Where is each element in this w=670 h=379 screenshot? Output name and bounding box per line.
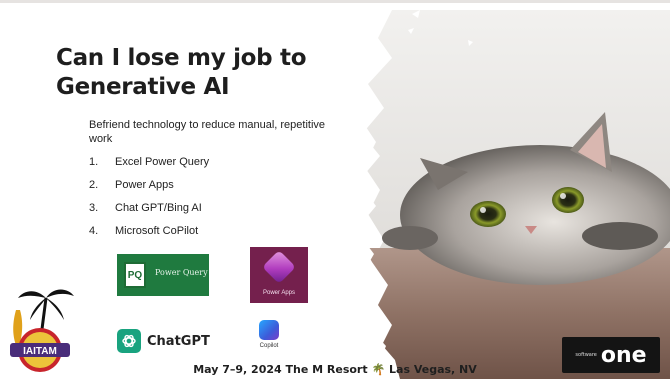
- slide-subtitle: Befriend technology to reduce manual, re…: [89, 119, 326, 145]
- list-item-label: Power Apps: [115, 179, 174, 191]
- chatgpt-icon: [117, 329, 141, 353]
- power-apps-label: Power Apps: [262, 290, 296, 296]
- power-apps-logo: Power Apps: [250, 247, 308, 303]
- list-item: 1. Excel Power Query: [89, 156, 209, 179]
- list-item: 4. Microsoft CoPilot: [89, 225, 209, 248]
- software-ag-logo: software one: [562, 337, 660, 373]
- iaitam-label: IAITAM: [23, 346, 57, 357]
- palm-tree-icon: 🌴: [371, 363, 386, 376]
- chatgpt-logo: ChatGPT: [117, 329, 210, 353]
- presentation-slide: Can I lose my job to Generative AI Befri…: [0, 0, 670, 379]
- list-number: 3.: [89, 202, 99, 214]
- sponsor-small-text: software: [575, 352, 597, 358]
- list-number: 2.: [89, 179, 99, 191]
- list-item-label: Chat GPT/Bing AI: [115, 202, 202, 214]
- event-city: Las Vegas, NV: [389, 363, 477, 376]
- list-number: 1.: [89, 156, 99, 168]
- event-date-venue: May 7–9, 2024 The M Resort: [193, 363, 368, 376]
- power-query-logo: PQ Power Query: [117, 254, 209, 296]
- list-item: 2. Power Apps: [89, 179, 209, 202]
- slide-title: Can I lose my job to Generative AI: [56, 45, 307, 100]
- copilot-logo: Copilot: [251, 318, 287, 362]
- copilot-label: Copilot: [259, 343, 279, 349]
- list-item-label: Microsoft CoPilot: [115, 225, 199, 237]
- list-item: 3. Chat GPT/Bing AI: [89, 202, 209, 225]
- power-apps-icon: [262, 250, 296, 284]
- power-query-icon: PQ: [124, 262, 146, 288]
- tools-list: 1. Excel Power Query 2. Power Apps 3. Chat …: [89, 156, 209, 248]
- list-item-label: Excel Power Query: [115, 156, 210, 168]
- iaitam-logo: IAITAM: [10, 289, 74, 372]
- sponsor-big-text: one: [600, 342, 647, 368]
- copilot-icon: [259, 320, 279, 340]
- chatgpt-label: ChatGPT: [147, 333, 210, 349]
- list-number: 4.: [89, 225, 99, 237]
- power-query-label: Power Query: [155, 268, 208, 277]
